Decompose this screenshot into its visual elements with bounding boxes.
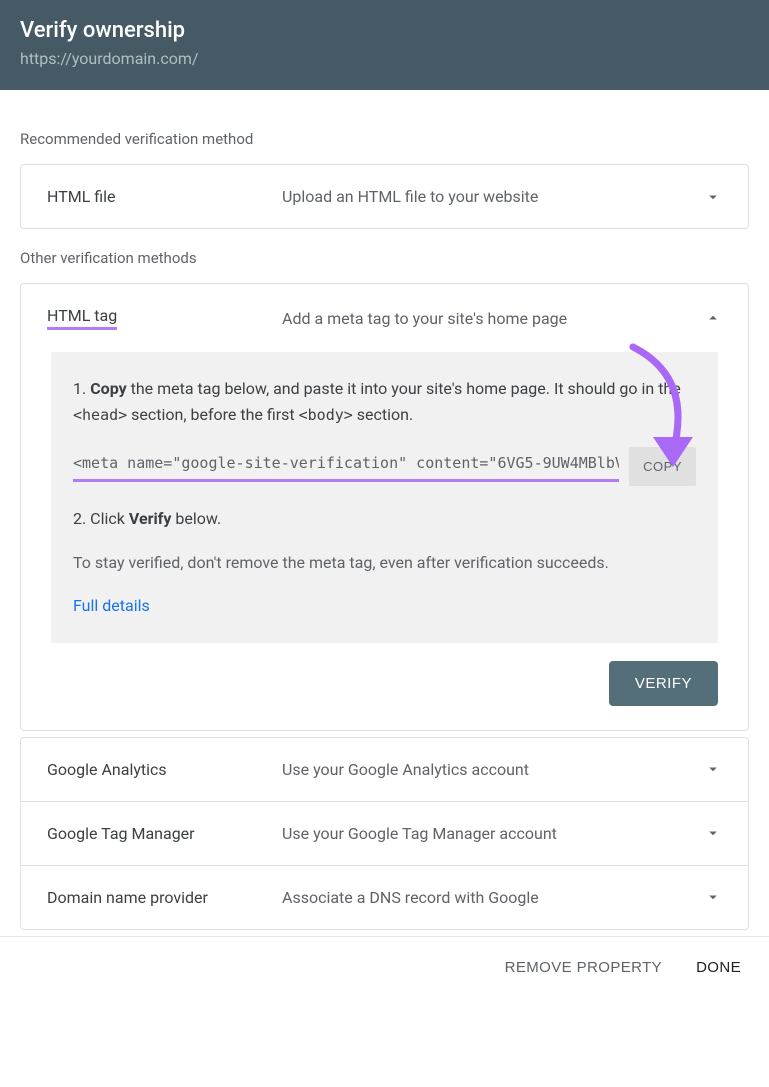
method-row-google-analytics[interactable]: Google Analytics Use your Google Analyti… [21,738,748,801]
method-name-ga: Google Analytics [47,760,282,779]
step-1-text: 1. Copy the meta tag below, and paste it… [73,376,696,427]
full-details-link[interactable]: Full details [73,593,150,619]
recommended-label: Recommended verification method [20,130,749,148]
dialog-header: Verify ownership https://yourdomain.com/ [0,0,769,90]
dialog-title: Verify ownership [20,18,749,43]
other-methods-list: Google Analytics Use your Google Analyti… [20,737,749,930]
method-desc-ga: Use your Google Analytics account [282,760,704,779]
method-desc-dns: Associate a DNS record with Google [282,888,704,907]
method-name-html-file: HTML file [47,187,282,206]
done-button[interactable]: DONE [696,959,741,976]
chevron-up-icon [704,309,722,327]
instructions-panel: 1. Copy the meta tag below, and paste it… [51,352,718,643]
chevron-down-icon [704,888,722,906]
method-row-google-tag-manager[interactable]: Google Tag Manager Use your Google Tag M… [21,801,748,865]
meta-tag-value[interactable]: <meta name="google-site-verification" co… [73,451,619,482]
method-row-domain-provider[interactable]: Domain name provider Associate a DNS rec… [21,865,748,929]
recommended-method-card[interactable]: HTML file Upload an HTML file to your we… [20,164,749,229]
method-name-dns: Domain name provider [47,888,282,907]
method-desc-gtm: Use your Google Tag Manager account [282,824,704,843]
other-methods-label: Other verification methods [20,249,749,267]
html-tag-card: HTML tag Add a meta tag to your site's h… [20,283,749,731]
step-2-text: 2. Click Verify below. [73,506,696,532]
dialog-footer: REMOVE PROPERTY DONE [0,936,769,998]
method-desc-html-file: Upload an HTML file to your website [282,187,704,206]
dialog-subtitle: https://yourdomain.com/ [20,49,749,68]
remove-property-button[interactable]: REMOVE PROPERTY [505,959,662,976]
method-name-html-tag: HTML tag [47,306,282,330]
copy-button[interactable]: COPY [629,447,696,486]
method-desc-html-tag: Add a meta tag to your site's home page [282,309,704,328]
chevron-down-icon [704,824,722,842]
chevron-down-icon [704,760,722,778]
chevron-down-icon [704,188,722,206]
verify-button[interactable]: VERIFY [609,661,718,706]
method-name-gtm: Google Tag Manager [47,824,282,843]
html-tag-header-row[interactable]: HTML tag Add a meta tag to your site's h… [21,284,748,352]
stay-verified-text: To stay verified, don't remove the meta … [73,550,696,576]
